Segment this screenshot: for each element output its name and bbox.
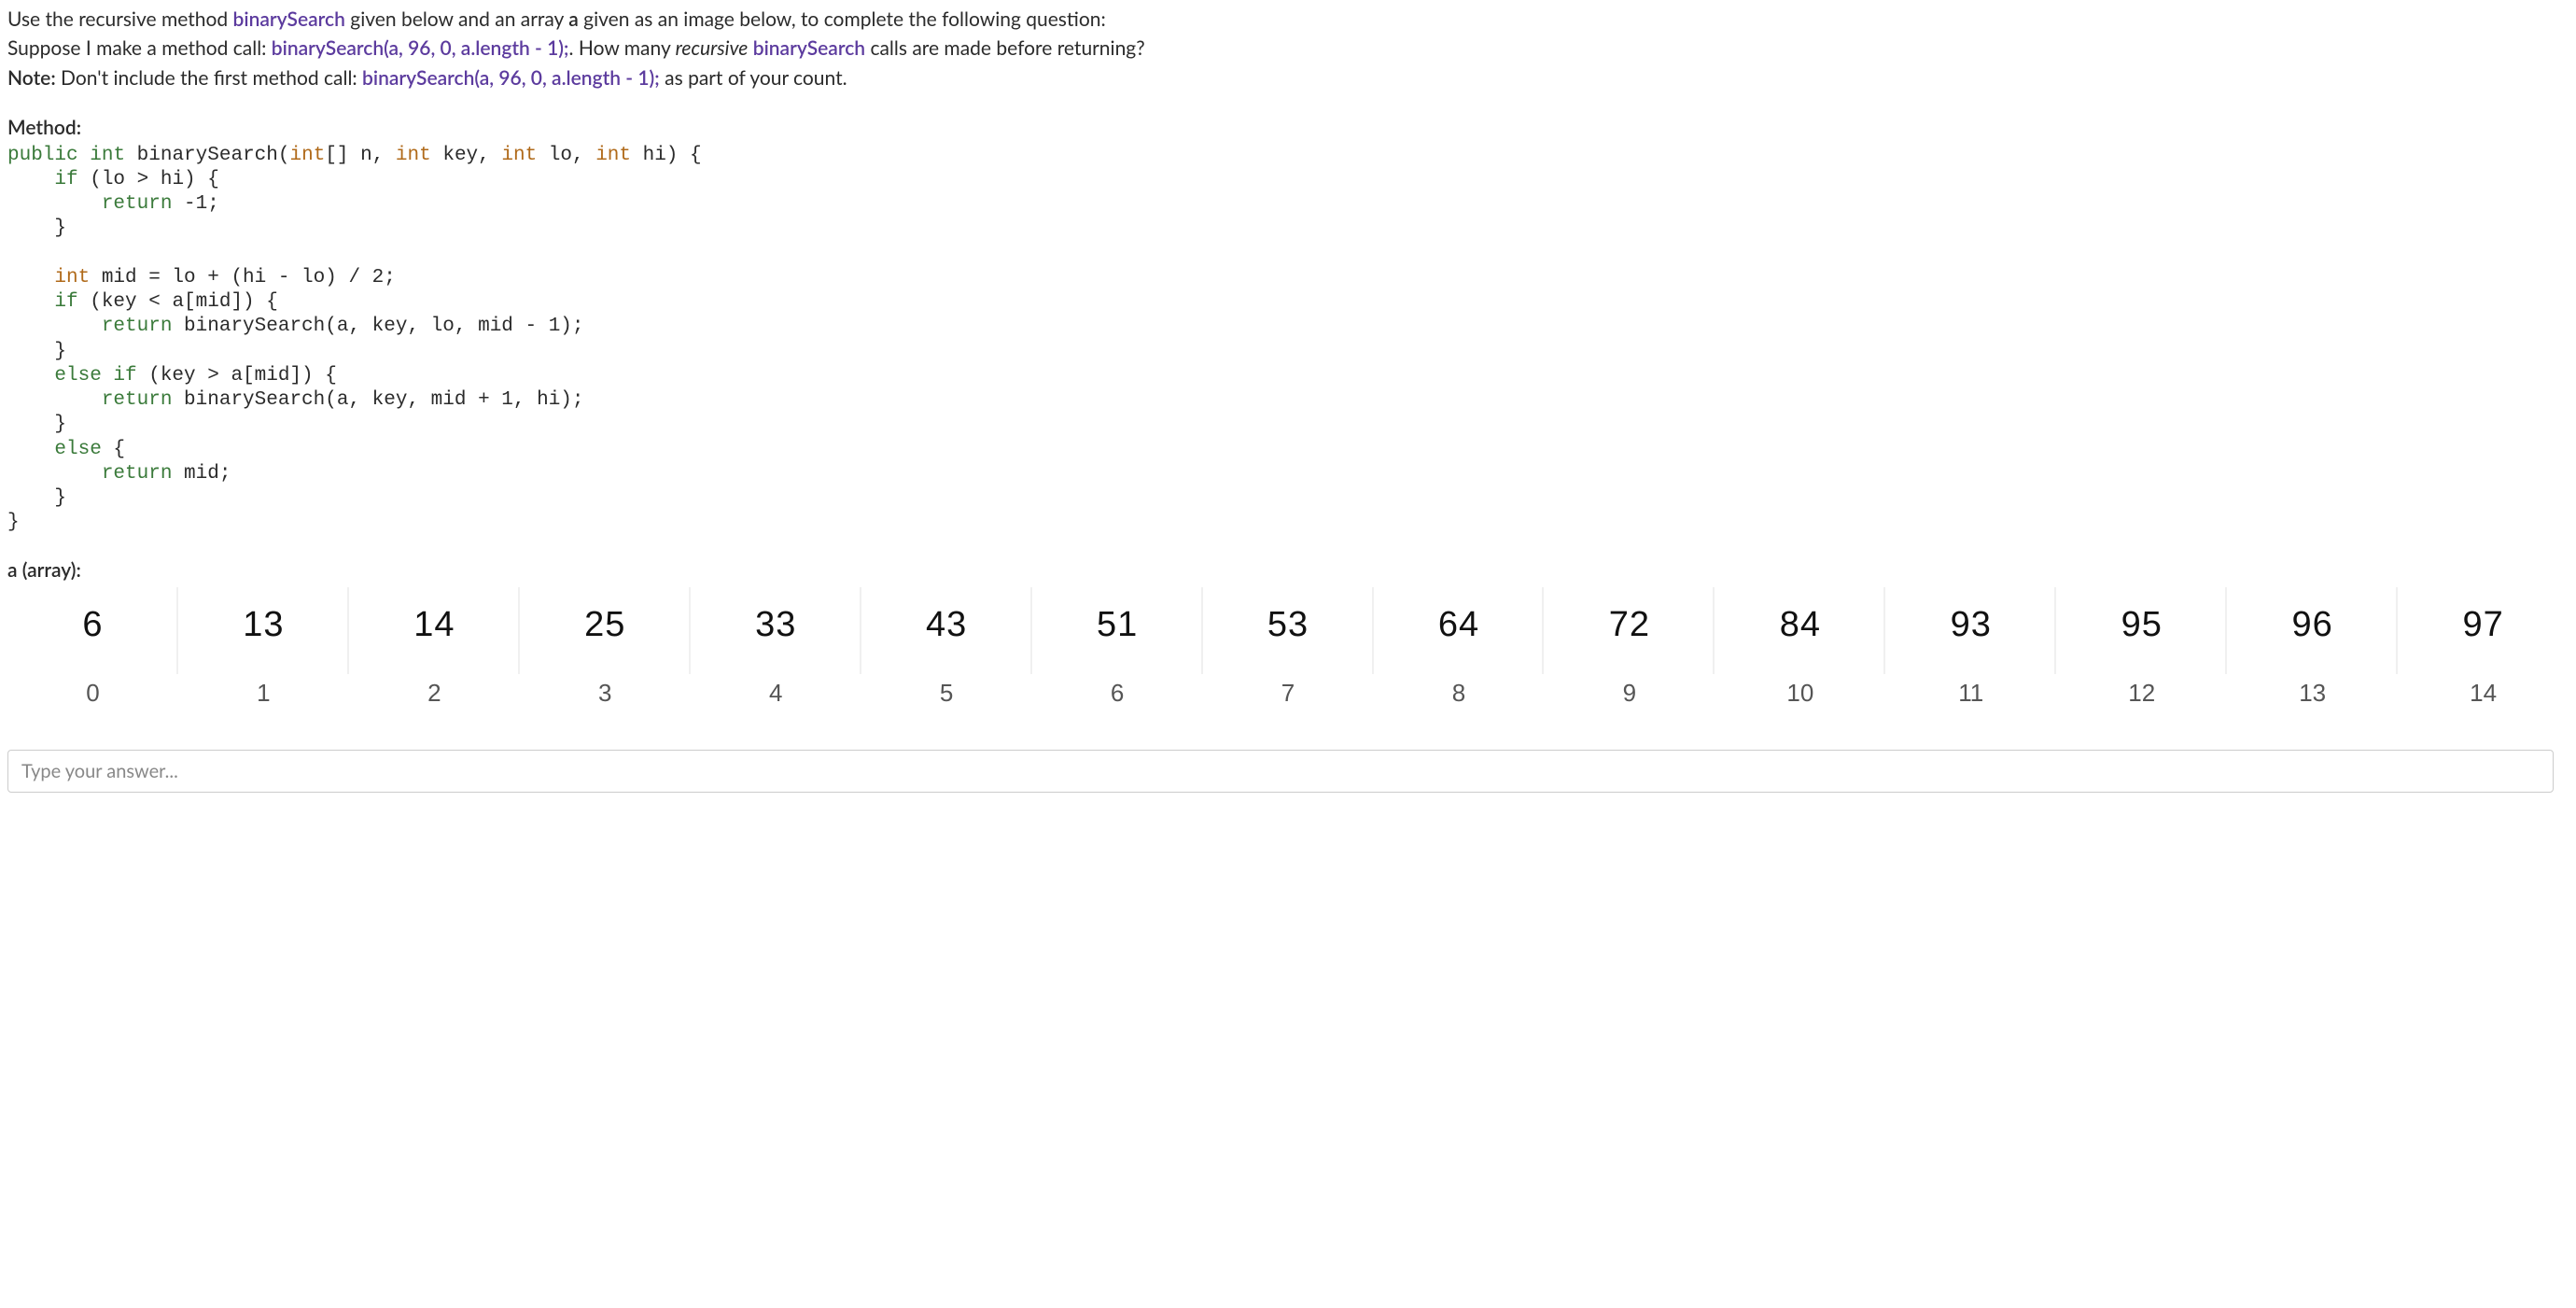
code-token: } <box>7 512 20 533</box>
q-note-post: as part of your count. <box>660 66 847 90</box>
code-token: mid = lo + (hi - lo) / 2; <box>90 267 396 288</box>
array-value-cell: 33 <box>691 580 861 667</box>
array-index-cell: 10 <box>1715 667 1885 715</box>
q-line1-post: given as an image below, to complete the… <box>579 7 1106 31</box>
array-index-cell: 13 <box>2227 667 2398 715</box>
code-token: { <box>102 439 125 460</box>
q-line2-call: binarySearch(a, 96, 0, a.length - 1); <box>272 36 569 60</box>
code-token: key, <box>431 145 502 166</box>
q-line1-pre: Use the recursive method <box>7 7 233 31</box>
q-note-call: binarySearch(a, 96, 0, a.length - 1); <box>362 66 660 90</box>
code-token: else <box>7 439 102 460</box>
code-token: } <box>7 414 66 435</box>
code-token: if <box>7 291 78 313</box>
array-value-cell: 51 <box>1032 580 1203 667</box>
array-index-cell: 7 <box>1203 667 1374 715</box>
code-token: binarySearch(a, key, lo, mid - 1); <box>172 316 583 337</box>
code-token: int <box>501 145 537 166</box>
code-token: -1; <box>172 193 218 215</box>
q-note-mid: Don't include the first method call: <box>56 66 362 90</box>
array-index-cell: 9 <box>1544 667 1715 715</box>
array-index-cell: 4 <box>691 667 861 715</box>
code-token: int <box>595 145 631 166</box>
code-token: public <box>7 145 78 166</box>
array-diagram: 61314253343515364728493959697 0123456789… <box>7 580 2569 716</box>
array-value-cell: 13 <box>178 580 349 667</box>
question-text: Use the recursive method binarySearch gi… <box>7 6 2569 91</box>
q-line2-pre: Suppose I make a method call: <box>7 36 272 60</box>
code-token: [] n, <box>325 145 396 166</box>
array-value-cell: 43 <box>861 580 1032 667</box>
array-value-cell: 64 <box>1374 580 1545 667</box>
code-token: binarySearch( <box>125 145 289 166</box>
array-values-row: 61314253343515364728493959697 <box>7 580 2569 667</box>
code-token: } <box>7 341 66 362</box>
code-token: return <box>7 463 172 485</box>
code-token: (lo > hi) { <box>78 169 219 190</box>
q-line2-post: calls are made before returning? <box>865 36 1145 60</box>
code-block: public int binarySearch(int[] n, int key… <box>7 144 2569 536</box>
array-value-cell: 95 <box>2056 580 2227 667</box>
array-index-cell: 8 <box>1374 667 1545 715</box>
code-token: int <box>396 145 431 166</box>
array-index-cell: 1 <box>178 667 349 715</box>
array-index-cell: 12 <box>2056 667 2227 715</box>
answer-input[interactable] <box>7 750 2554 793</box>
code-token <box>78 145 91 166</box>
array-index-cell: 14 <box>2398 667 2569 715</box>
q-line1-method: binarySearch <box>233 7 345 31</box>
array-value-cell: 93 <box>1885 580 2056 667</box>
code-token: (key > a[mid]) { <box>137 365 337 387</box>
array-value-cell: 96 <box>2227 580 2398 667</box>
code-token: lo, <box>537 145 595 166</box>
array-value-cell: 53 <box>1203 580 1374 667</box>
code-token: binarySearch(a, key, mid + 1, hi); <box>172 389 583 411</box>
code-token: return <box>7 193 172 215</box>
array-index-cell: 5 <box>861 667 1032 715</box>
code-token: int <box>289 145 325 166</box>
method-label: Method: <box>7 114 2569 141</box>
code-token: mid; <box>172 463 231 485</box>
code-token: } <box>7 487 66 509</box>
code-token: return <box>7 389 172 411</box>
code-token: else if <box>7 365 137 387</box>
code-token: (key < a[mid]) { <box>78 291 278 313</box>
q-line2-mid: . How many <box>569 36 676 60</box>
code-token: int <box>90 145 125 166</box>
code-token: } <box>7 218 66 239</box>
array-value-cell: 25 <box>520 580 691 667</box>
code-token: hi) { <box>631 145 702 166</box>
array-index-cell: 3 <box>520 667 691 715</box>
q-line1-mid1: given below and an array <box>345 7 568 31</box>
q-line2-method: binarySearch <box>753 36 865 60</box>
q-line1-a: a <box>568 7 579 31</box>
q-line2-recursive: recursive <box>676 36 749 60</box>
array-indices-row: 01234567891011121314 <box>7 667 2569 715</box>
code-token: return <box>7 316 172 337</box>
code-token: if <box>7 169 78 190</box>
array-index-cell: 2 <box>349 667 520 715</box>
answer-container <box>7 750 2554 793</box>
array-value-cell: 72 <box>1544 580 1715 667</box>
array-index-cell: 11 <box>1885 667 2056 715</box>
code-token: int <box>7 267 90 288</box>
q-note-label: Note: <box>7 66 56 90</box>
array-index-cell: 6 <box>1032 667 1203 715</box>
array-value-cell: 97 <box>2398 580 2569 667</box>
array-value-cell: 84 <box>1715 580 1885 667</box>
array-index-cell: 0 <box>7 667 178 715</box>
array-value-cell: 14 <box>349 580 520 667</box>
array-value-cell: 6 <box>7 580 178 667</box>
